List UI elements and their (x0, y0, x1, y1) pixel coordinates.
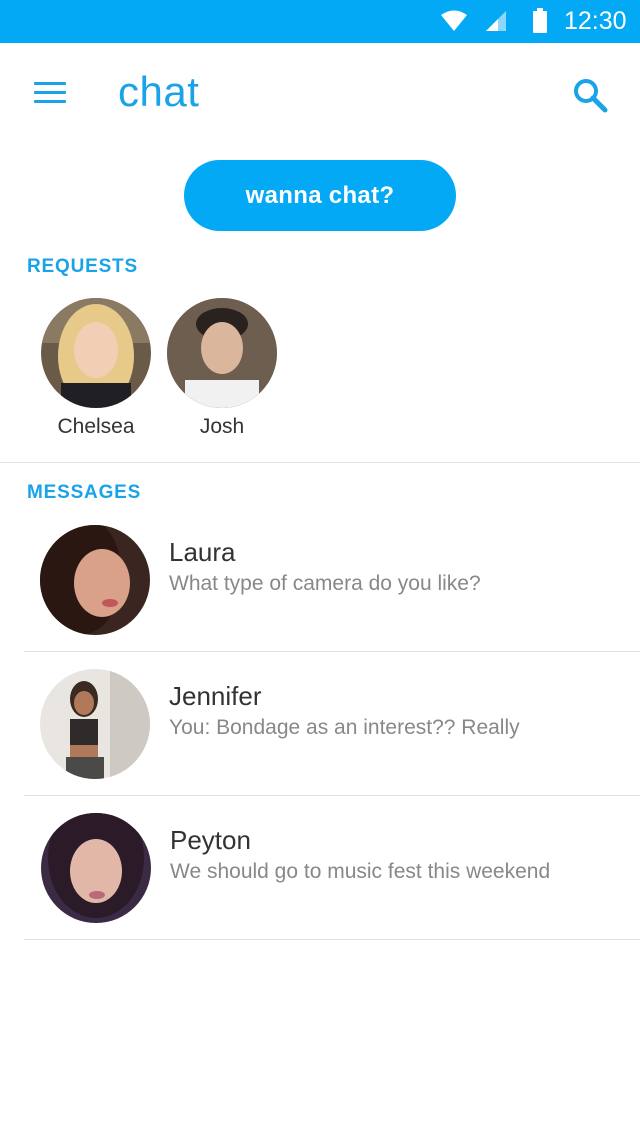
message-sender: Peyton (170, 825, 251, 855)
status-bar: 12:30 (0, 0, 640, 43)
request-name: Chelsea (57, 415, 135, 438)
row-divider (24, 939, 640, 940)
row-divider (24, 795, 640, 796)
requests-section-label: REQUESTS (27, 256, 138, 277)
avatar (40, 669, 150, 779)
avatar (40, 525, 150, 635)
wanna-chat-button[interactable]: wanna chat? (184, 160, 456, 231)
avatar (167, 298, 277, 408)
wifi-icon (441, 10, 467, 31)
request-item[interactable]: Josh (159, 298, 285, 448)
battery-icon (533, 8, 547, 33)
message-row[interactable]: Laura What type of camera do you like? (0, 513, 640, 657)
message-row[interactable]: Jennifer You: Bondage as an interest?? R… (0, 657, 640, 801)
message-preview: What type of camera do you like? (169, 572, 481, 595)
row-divider (24, 651, 640, 652)
app-bar: chat (0, 43, 640, 143)
section-divider (0, 462, 640, 463)
request-item[interactable]: Chelsea (33, 298, 159, 448)
message-preview: We should go to music fest this weekend (170, 860, 551, 883)
message-preview: You: Bondage as an interest?? Really (169, 716, 520, 739)
hamburger-menu-icon[interactable] (30, 78, 70, 108)
request-name: Josh (199, 415, 245, 438)
search-icon[interactable] (570, 75, 610, 115)
avatar (41, 298, 151, 408)
message-sender: Laura (169, 537, 236, 567)
status-time: 12:30 (564, 7, 627, 35)
cell-signal-icon (486, 11, 506, 31)
messages-section-label: MESSAGES (27, 482, 142, 503)
message-sender: Jennifer (169, 681, 262, 711)
message-row[interactable]: Peyton We should go to music fest this w… (0, 801, 640, 945)
app-title: chat (118, 68, 200, 115)
avatar (41, 813, 151, 923)
